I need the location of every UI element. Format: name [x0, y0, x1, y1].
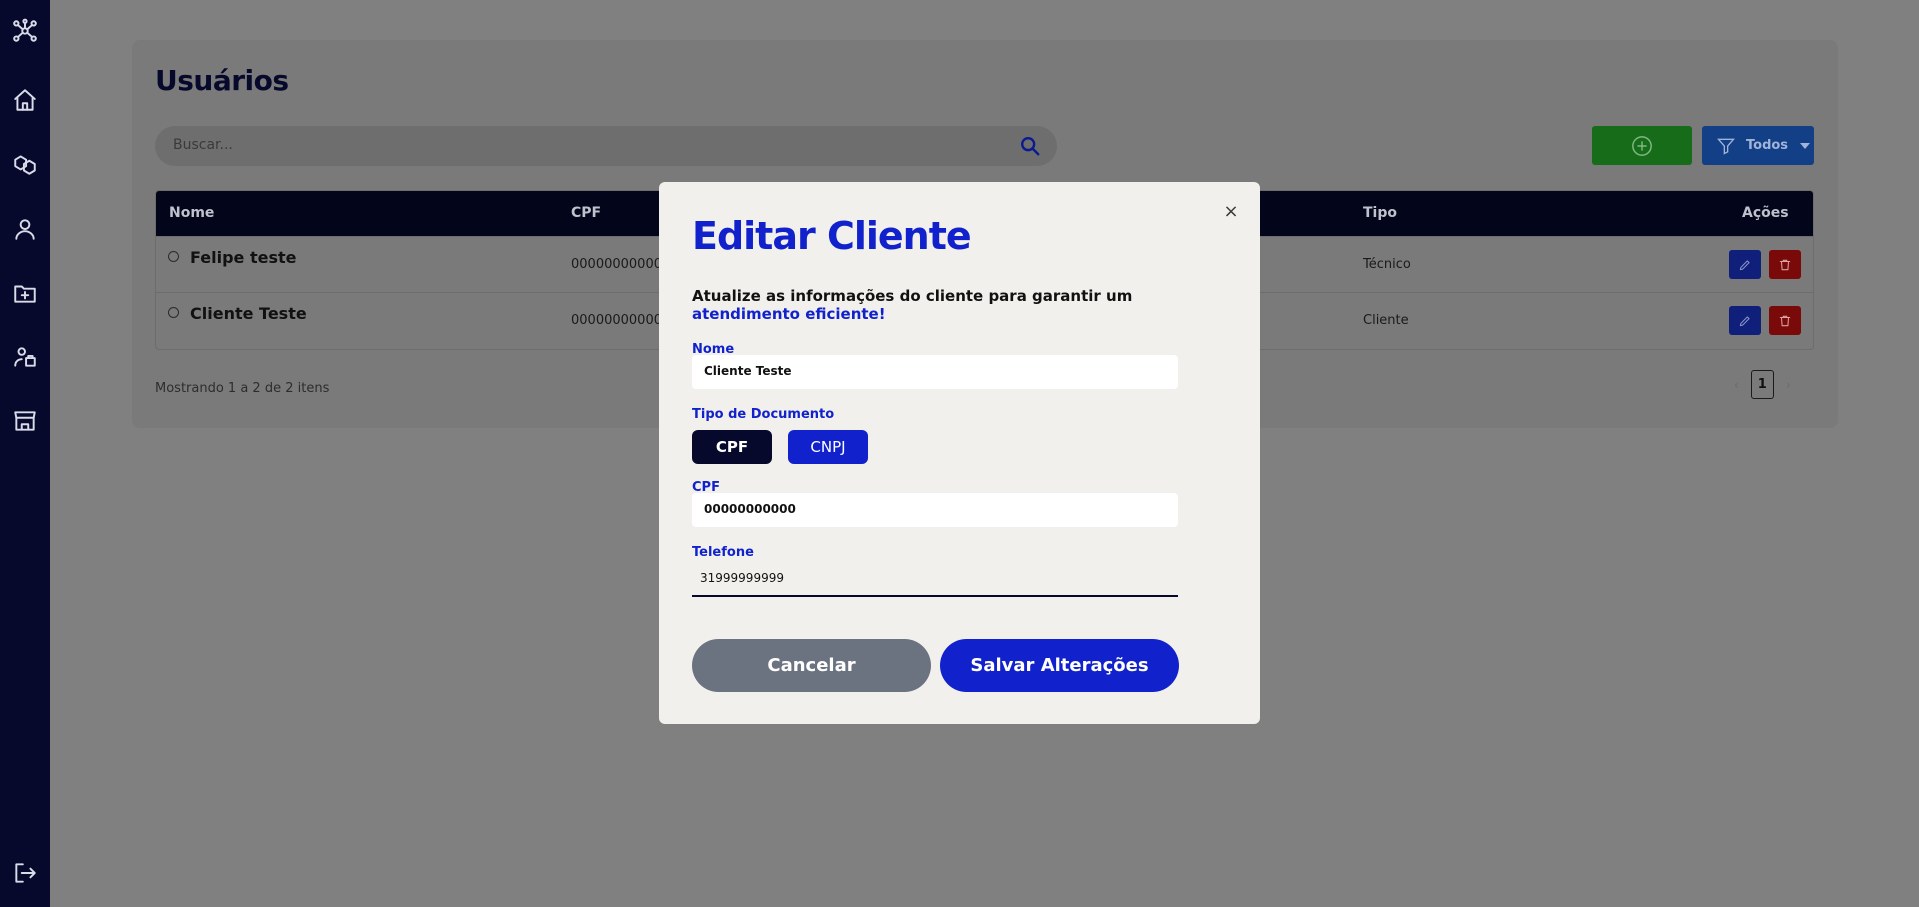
header-acoes: Ações [1742, 205, 1789, 221]
modal-description: Atualize as informações do cliente para … [692, 287, 1133, 305]
edit-button[interactable] [1729, 306, 1761, 335]
close-icon[interactable]: × [1221, 202, 1241, 222]
search-icon[interactable] [1019, 135, 1041, 157]
search-input[interactable]: Buscar... [173, 137, 233, 153]
row-cpf: 00000000000 [571, 313, 662, 328]
boxes-icon[interactable] [11, 150, 39, 178]
pencil-icon [1739, 259, 1750, 270]
row-name: Felipe teste [190, 248, 297, 267]
add-user-button[interactable] [1592, 126, 1692, 165]
home-icon[interactable] [11, 86, 39, 114]
next-page-icon[interactable]: › [1786, 378, 1791, 392]
row-tipo: Cliente [1363, 313, 1409, 328]
filter-label: Todos [1746, 138, 1789, 153]
chevron-down-icon [1800, 142, 1811, 149]
save-button[interactable]: Salvar Alterações [940, 639, 1179, 692]
pencil-icon [1739, 315, 1750, 326]
row-cpf: 00000000000 [571, 257, 662, 272]
prev-page-icon[interactable]: ‹ [1734, 378, 1739, 392]
pagination: ‹ 1 › [1734, 370, 1791, 399]
filter-icon [1717, 138, 1735, 155]
tipo-documento-label: Tipo de Documento [692, 407, 835, 422]
network-icon[interactable] [11, 17, 39, 45]
header-cpf: CPF [571, 205, 602, 221]
row-radio[interactable] [168, 307, 179, 318]
modal-description-highlight: atendimento eficiente! [692, 305, 886, 323]
logout-icon[interactable] [11, 859, 39, 887]
row-name: Cliente Teste [190, 304, 307, 323]
user-icon[interactable] [11, 215, 39, 243]
modal-title: Editar Cliente [692, 214, 972, 258]
row-radio[interactable] [168, 251, 179, 262]
row-tipo: Técnico [1363, 257, 1411, 272]
page-title: Usuários [155, 64, 289, 97]
delete-button[interactable] [1769, 306, 1801, 335]
trash-icon [1779, 259, 1791, 270]
cancel-button[interactable]: Cancelar [692, 639, 931, 692]
page-number-button[interactable]: 1 [1750, 370, 1774, 399]
delete-button[interactable] [1769, 250, 1801, 279]
edit-button[interactable] [1729, 250, 1761, 279]
technician-icon[interactable] [11, 343, 39, 371]
doc-type-cpf-button[interactable]: CPF [692, 430, 772, 464]
store-icon[interactable] [11, 407, 39, 435]
telefone-label: Telefone [692, 545, 754, 560]
sidebar [0, 0, 50, 907]
header-nome: Nome [169, 205, 215, 221]
pagination-summary: Mostrando 1 a 2 de 2 itens [155, 381, 330, 396]
cpf-input[interactable]: 00000000000 [692, 493, 1178, 527]
plus-circle-icon [1632, 135, 1652, 156]
folder-plus-icon[interactable] [11, 279, 39, 307]
search-bar[interactable]: Buscar... [155, 126, 1057, 166]
telefone-input[interactable]: 31999999999 [692, 563, 1178, 597]
doc-type-cnpj-button[interactable]: CNPJ [788, 430, 868, 464]
filter-button[interactable]: Todos [1702, 126, 1814, 165]
header-tipo: Tipo [1363, 205, 1397, 221]
trash-icon [1779, 315, 1791, 326]
nome-input[interactable]: Cliente Teste [692, 355, 1178, 389]
